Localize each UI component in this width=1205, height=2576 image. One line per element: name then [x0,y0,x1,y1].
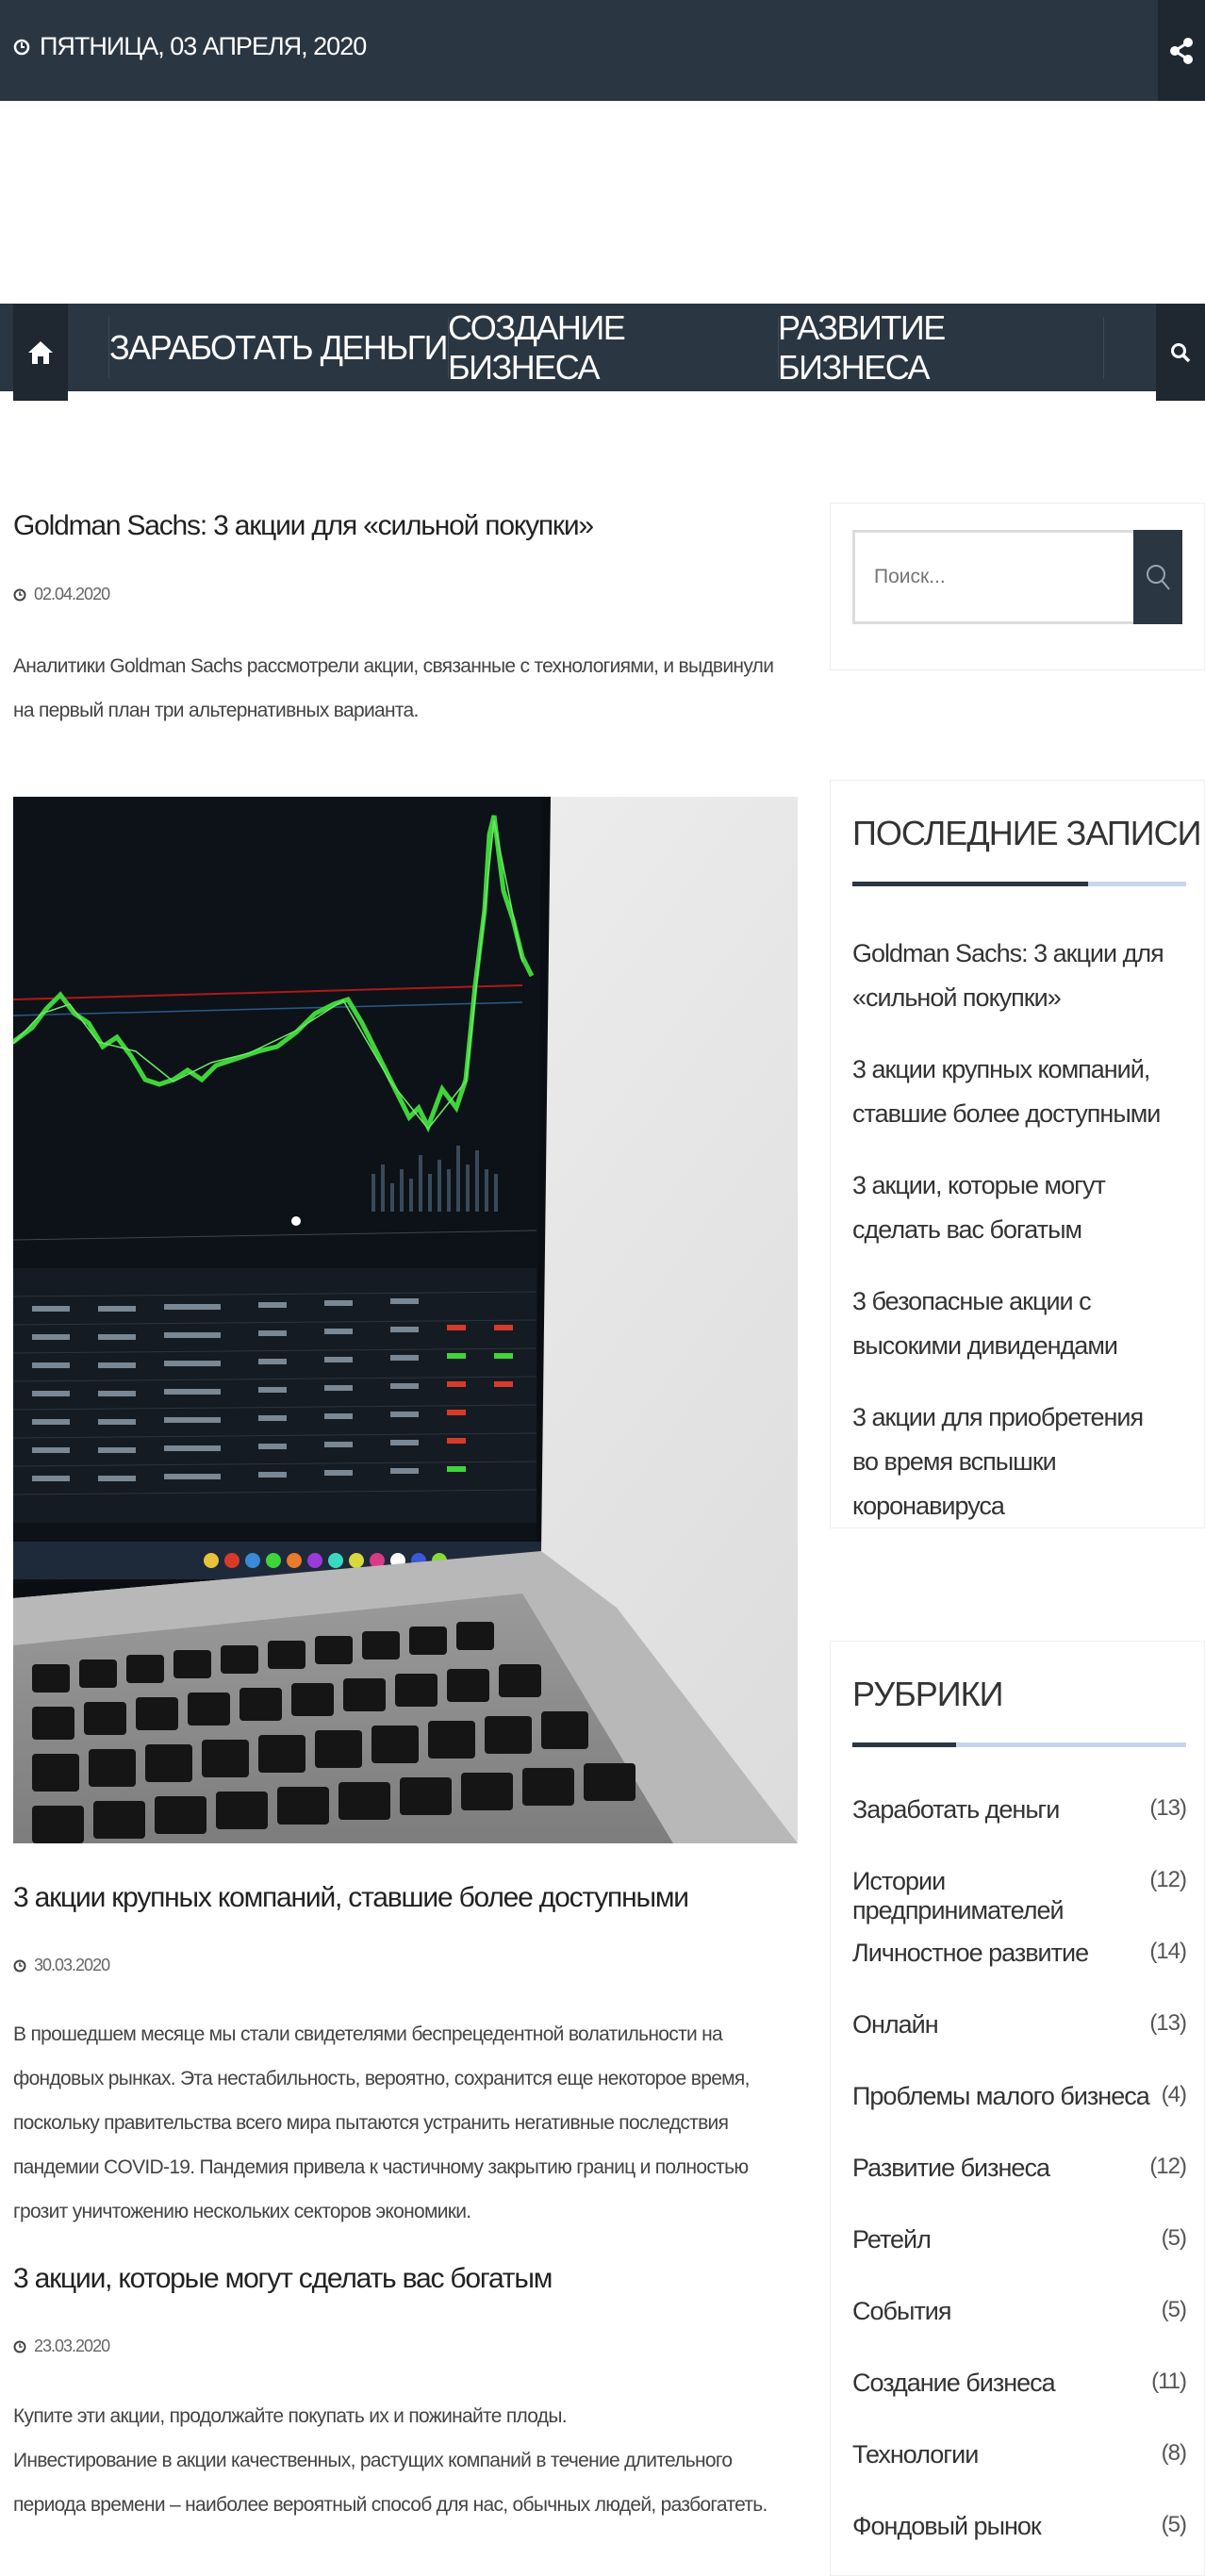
top-bar: ПЯТНИЦА, 03 АПРЕЛЯ, 2020 [0,0,1205,101]
recent-post-link[interactable]: 3 акции для приобретения во время вспышк… [852,1395,1173,1528]
recent-post-link[interactable]: 3 акции, которые могут сделать вас богат… [852,1164,1173,1252]
category-name[interactable]: Заработать деньги [852,1795,1060,1825]
post-image-laptop-stock-chart[interactable] [13,797,798,1843]
category-item[interactable]: Технологии (8) [852,2440,1187,2469]
search-form [852,530,1182,624]
category-count: (4) [1161,2082,1187,2107]
category-item[interactable]: Заработать деньги (13) [852,1795,1187,1825]
category-item[interactable]: Создание бизнеса (11) [852,2369,1187,2398]
search-icon [1171,342,1191,362]
post-excerpt: Аналитики Goldman Sachs рассмотрели акци… [13,655,774,721]
date-display: ПЯТНИЦА, 03 АПРЕЛЯ, 2020 [13,32,367,61]
nav-separator [1103,317,1104,378]
post-title[interactable]: 3 акции, которые могут сделать вас богат… [13,2263,553,2295]
category-name[interactable]: Личностное развитие [852,1939,1089,1968]
home-icon [28,340,53,364]
recent-posts-widget: ПОСЛЕДНИЕ ЗАПИСИ Goldman Sachs: 3 акции … [830,780,1205,1528]
widget-title: РУБРИКИ [852,1675,1003,1713]
widget-title-underline [852,882,1186,886]
post-date: 02.04.2020 [13,585,110,604]
category-name[interactable]: Технологии [852,2440,979,2469]
category-count: (5) [1161,2297,1187,2322]
post-title[interactable]: Goldman Sachs: 3 акции для «сильной поку… [13,510,594,542]
recent-post-link[interactable]: 3 безопасные акции с высокими дивидендам… [852,1280,1173,1368]
date-text: ПЯТНИЦА, 03 АПРЕЛЯ, 2020 [40,32,367,60]
category-count: (11) [1151,2369,1187,2394]
post-date-text: 02.04.2020 [34,585,110,603]
nav-item-make-money[interactable]: ЗАРАБОТАТЬ ДЕНЬГИ [108,304,449,391]
category-count: (13) [1149,1795,1187,1821]
nav-item-create-business[interactable]: СОЗДАНИЕ БИЗНЕСА [448,304,778,391]
post-excerpt: В прошедшем месяце мы стали свидетелями … [13,2023,750,2222]
post-date: 30.03.2020 [13,1956,110,1975]
category-count: (12) [1149,1867,1187,1892]
search-icon [1147,565,1170,590]
category-count: (5) [1161,2512,1187,2537]
category-item[interactable]: Истории предпринимателей (12) [852,1867,1187,1925]
category-item[interactable]: События (5) [852,2297,1187,2326]
clock-icon [13,1959,26,1972]
category-name[interactable]: События [852,2297,951,2326]
widget-title: ПОСЛЕДНИЕ ЗАПИСИ [852,814,1202,852]
category-name[interactable]: Ретейл [852,2225,932,2254]
post-date-text: 23.03.2020 [34,2337,110,2355]
home-button[interactable] [13,304,68,401]
category-count: (8) [1161,2440,1187,2466]
category-count: (14) [1149,1939,1187,1964]
post-excerpt-line: Инвестирование в акции качественных, рас… [13,2450,768,2516]
category-name[interactable]: Истории предпринимателей [852,1867,1149,1925]
categories-widget: РУБРИКИ Заработать деньги (13) Истории пр… [830,1641,1205,2576]
share-button[interactable] [1158,0,1205,101]
clock-icon [13,39,30,55]
search-submit-button[interactable] [1133,530,1182,624]
search-widget [830,503,1205,670]
category-count: (13) [1149,2010,1187,2036]
category-name[interactable]: Создание бизнеса [852,2369,1056,2398]
widget-title-underline [852,1742,1186,1747]
post-date: 23.03.2020 [13,2337,110,2356]
category-item[interactable]: Онлайн (13) [852,2010,1187,2039]
category-count: (12) [1149,2154,1187,2179]
category-item[interactable]: Фондовый рынок (5) [852,2512,1187,2541]
post-excerpt-line: Купите эти акции, продолжайте покупать и… [13,2405,568,2427]
post-excerpt: Купите эти акции, продолжайте покупать и… [13,2394,796,2527]
recent-post-link[interactable]: 3 акции крупных компаний, ставшие более … [852,1048,1173,1136]
post-title[interactable]: 3 акции крупных компаний, ставшие более … [13,1882,689,1914]
clock-icon [13,588,26,601]
category-item[interactable]: Развитие бизнеса (12) [852,2154,1187,2183]
search-input[interactable] [855,533,1138,621]
nav-item-business-development[interactable]: РАЗВИТИЕ БИЗНЕСА [778,304,1103,391]
recent-post-link[interactable]: Goldman Sachs: 3 акции для «сильной поку… [852,932,1173,1020]
category-name[interactable]: Онлайн [852,2010,939,2039]
post-date-text: 30.03.2020 [34,1956,110,1974]
clock-icon [13,2340,26,2353]
nav-search-button[interactable] [1156,304,1205,401]
category-item[interactable]: Личностное развитие (14) [852,1939,1187,1968]
category-name[interactable]: Проблемы малого бизнеса [852,2082,1150,2111]
share-icon [1170,37,1193,64]
category-name[interactable]: Фондовый рынок [852,2512,1042,2541]
main-nav: ЗАРАБОТАТЬ ДЕНЬГИ СОЗДАНИЕ БИЗНЕСА РАЗВИ… [0,304,1205,401]
category-name[interactable]: Развитие бизнеса [852,2154,1050,2183]
category-item[interactable]: Ретейл (5) [852,2225,1187,2254]
category-item[interactable]: Проблемы малого бизнеса (4) [852,2082,1187,2111]
category-count: (5) [1161,2225,1187,2251]
